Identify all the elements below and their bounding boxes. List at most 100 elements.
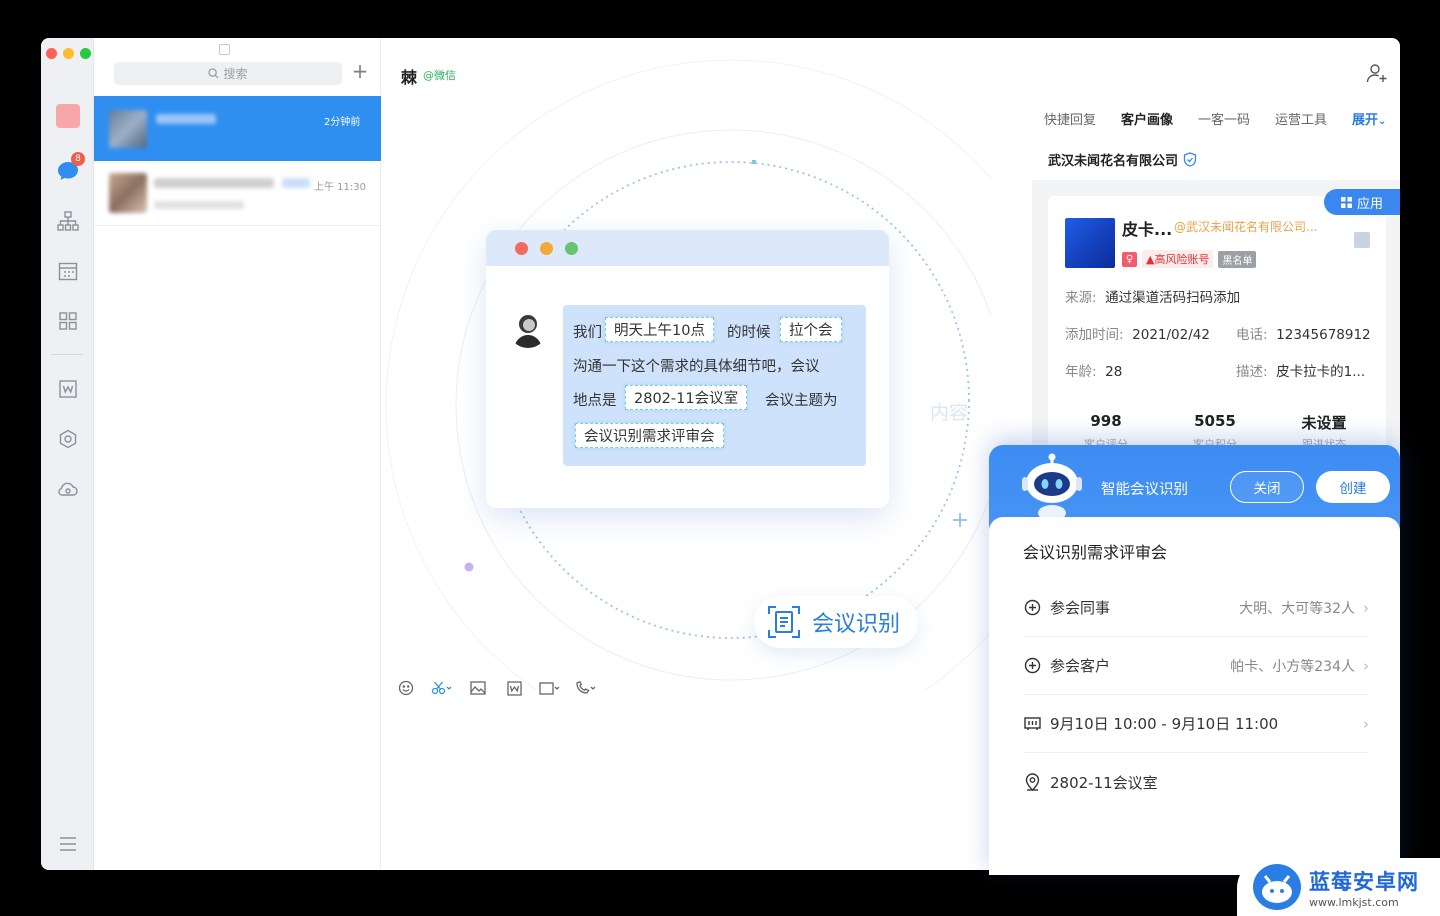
emoji-icon[interactable] [395,678,417,698]
tab-quick-reply[interactable]: 快捷回复 [1044,109,1121,128]
call-icon[interactable] [575,678,597,698]
minimize-window-button[interactable] [63,48,74,59]
search-input[interactable]: 搜索 [114,62,342,85]
watermark-logo [1253,864,1301,910]
source-row: 来源: 通过渠道活码扫码添加 [1065,290,1241,306]
apply-button[interactable]: 应用 [1324,189,1400,215]
calendar-icon[interactable] [55,258,81,284]
customer-avatar [1065,218,1115,268]
close-window-button[interactable] [46,48,57,59]
smart-meeting-panel: 智能会议识别 关闭 创建 会议识别需求评审会 参会同事 大明、大可等32人 › … [989,445,1400,875]
added-time-row: 添加时间: 2021/02/42 [1065,327,1210,343]
panel-tabs: 快捷回复 客户画像 一客一码 运营工具 展开⌄ [1032,98,1400,138]
collapse-icon[interactable] [219,44,230,55]
image-icon[interactable] [467,678,489,698]
conversation-item[interactable]: 上午 11:30 [94,161,381,226]
conversation-time: 上午 11:30 [314,182,366,193]
contact-name [154,178,274,188]
customer-company: @武汉未闻花名有限公司... [1174,220,1318,234]
unread-badge: 8 [71,152,85,166]
sender-avatar [508,308,548,348]
apply-label: 应用 [1356,196,1383,212]
chevron-right-icon: › [1363,656,1369,675]
folder-icon[interactable] [539,678,561,698]
attendees-customers-row[interactable]: 参会客户 帕卡、小方等234人 › [1023,637,1369,695]
message-bubble: 我们 明天上午10点 的时候 拉个会 沟通一下这个需求的具体细节吧，会议 地点是… [563,305,866,466]
new-chat-button[interactable]: + [349,60,371,82]
highlight-location: 2802-11会议室 [625,385,748,410]
conversation-time: 2分钟前 [324,117,361,128]
message-window-illustration: 我们 明天上午10点 的时候 拉个会 沟通一下这个需求的具体细节吧，会议 地点是… [486,230,889,508]
message-text: 地点是 [573,393,617,409]
cloud-drive-icon[interactable] [55,476,81,502]
create-button[interactable]: 创建 [1316,471,1390,503]
last-message-preview [154,201,244,209]
plus-circle-icon[interactable] [1023,599,1041,617]
conversation-item-selected[interactable]: 2分钟前 [94,96,381,161]
meeting-title: 会议识别需求评审会 [1023,543,1168,562]
chat-header: 棘 @微信 [382,38,1400,98]
meeting-location-row[interactable]: 2802-11会议室 [1023,753,1369,811]
panel-title: 智能会议识别 [1101,482,1188,498]
message-text: 沟通一下这个需求的具体细节吧，会议 [573,359,820,375]
messages-icon[interactable]: 8 [55,152,85,184]
add-member-icon[interactable] [1366,62,1388,84]
user-avatar[interactable] [56,104,80,128]
chevron-right-icon: › [1363,714,1369,733]
row-value: 帕卡、小方等234人 [1230,658,1355,675]
screenshot-icon[interactable] [431,678,453,698]
stat-score: 998 [1090,412,1122,430]
phone-row: 电话: 12345678912 [1236,327,1371,343]
tab-customer-profile[interactable]: 客户画像 [1121,109,1198,128]
message-text: 的时候 [727,325,771,341]
maximize-window-button[interactable] [80,48,91,59]
plus-circle-icon[interactable] [1023,657,1041,675]
input-toolbar [395,678,597,698]
grid-icon [1340,196,1352,208]
expand-label: 展开 [1352,112,1379,128]
customer-name: 皮卡... [1122,220,1173,239]
faded-text: 内容 [930,402,969,424]
document-icon[interactable] [503,678,525,698]
highlight-topic: 会议识别需求评审会 [575,423,724,448]
contact-avatar [109,173,147,213]
customer-tags: ♀ ▲高风险账号 黑名单 [1122,250,1257,268]
highlight-time: 明天上午10点 [605,317,714,342]
watermark-title: 蓝莓安卓网 [1309,869,1419,894]
org-chart-icon[interactable] [55,208,81,234]
chevron-down-icon: ⌄ [1378,115,1387,127]
left-rail: 8 [41,38,94,870]
hexagon-app-icon[interactable] [55,426,81,452]
robot-assistant-icon [1017,451,1087,523]
menu-icon[interactable] [59,836,77,851]
tab-one-customer-code[interactable]: 一客一码 [1198,109,1275,128]
row-label: 9月10日 10:00 - 9月10日 11:00 [1050,715,1279,733]
edit-icon[interactable] [1354,232,1370,248]
row-label: 2802-11会议室 [1050,773,1158,792]
row-label: 参会同事 [1050,599,1111,617]
stat-points: 5055 [1194,412,1236,430]
expand-tabs-button[interactable]: 展开⌄ [1352,109,1386,128]
stat-follow-status: 未设置 [1301,414,1347,432]
meeting-recognition-pill: 会议识别 [754,596,918,648]
chevron-right-icon: › [1363,598,1369,617]
contact-avatar [109,110,147,148]
female-icon: ♀ [1122,251,1137,267]
meeting-time-row[interactable]: 9月10日 10:00 - 9月10日 11:00 › [1023,695,1369,753]
document-w-icon[interactable] [55,376,81,402]
close-button[interactable]: 关闭 [1230,471,1304,503]
company-header: 武汉未闻花名有限公司 [1032,138,1400,180]
apps-grid-icon[interactable] [55,308,81,334]
row-value: 大明、大可等32人 [1239,600,1355,617]
verified-shield-icon [1183,151,1197,167]
chat-title: 棘 [401,68,418,87]
meeting-pill-label: 会议识别 [812,612,901,637]
attendees-colleagues-row[interactable]: 参会同事 大明、大可等32人 › [1023,579,1369,637]
message-text: 会议主题为 [765,393,838,409]
site-watermark: 蓝莓安卓网 www.lmkjst.com [1237,858,1440,916]
rail-divider [51,354,83,355]
tab-operation-tools[interactable]: 运营工具 [1275,109,1352,128]
row-label: 参会客户 [1050,657,1111,675]
chat-source-tag: @微信 [423,69,456,82]
location-icon [1023,773,1041,791]
